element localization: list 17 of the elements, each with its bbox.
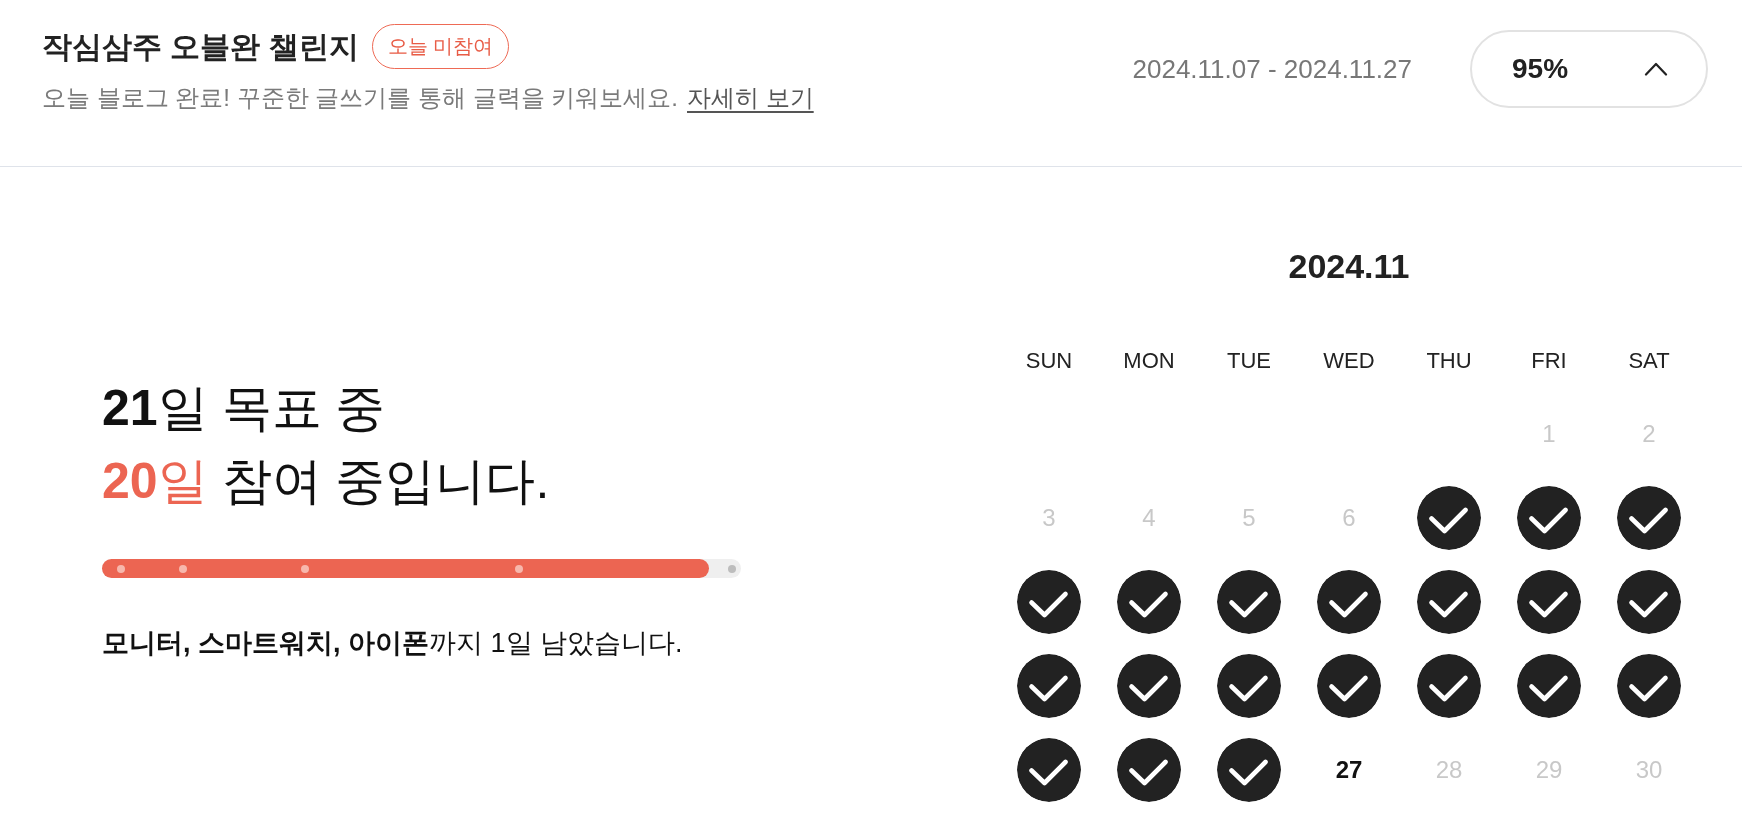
reward-remaining-text: 모니터, 스마트워치, 아이폰까지 1일 남았습니다. — [102, 627, 683, 660]
description-text: 오늘 블로그 완료! 꾸준한 글쓰기를 통해 글력을 키워보세요. — [42, 83, 678, 113]
weekday-label: SAT — [1628, 348, 1670, 374]
progress-toggle-button[interactable]: 95% — [1470, 30, 1708, 108]
date-range-text: 2024.11.07 - 2024.11.27 — [1132, 53, 1412, 85]
month-title: 2024.11 — [1288, 246, 1410, 286]
weekday-label: TUE — [1227, 348, 1271, 374]
details-link[interactable]: 자세히 보기 — [687, 83, 814, 113]
weekday-label: MON — [1123, 348, 1175, 374]
participation-text: 20일 참여 중입니다. — [102, 452, 550, 511]
goal-text: 21일 목표 중 — [102, 379, 386, 438]
weekday-label: SUN — [1025, 348, 1073, 374]
weekday-label: WED — [1323, 348, 1375, 374]
day-number: 27 — [1335, 756, 1363, 784]
weekday-label: THU — [1426, 348, 1472, 374]
challenge-title: 작심삼주 오블완 챌린지 — [42, 29, 359, 65]
weekday-label: FRI — [1531, 348, 1567, 374]
